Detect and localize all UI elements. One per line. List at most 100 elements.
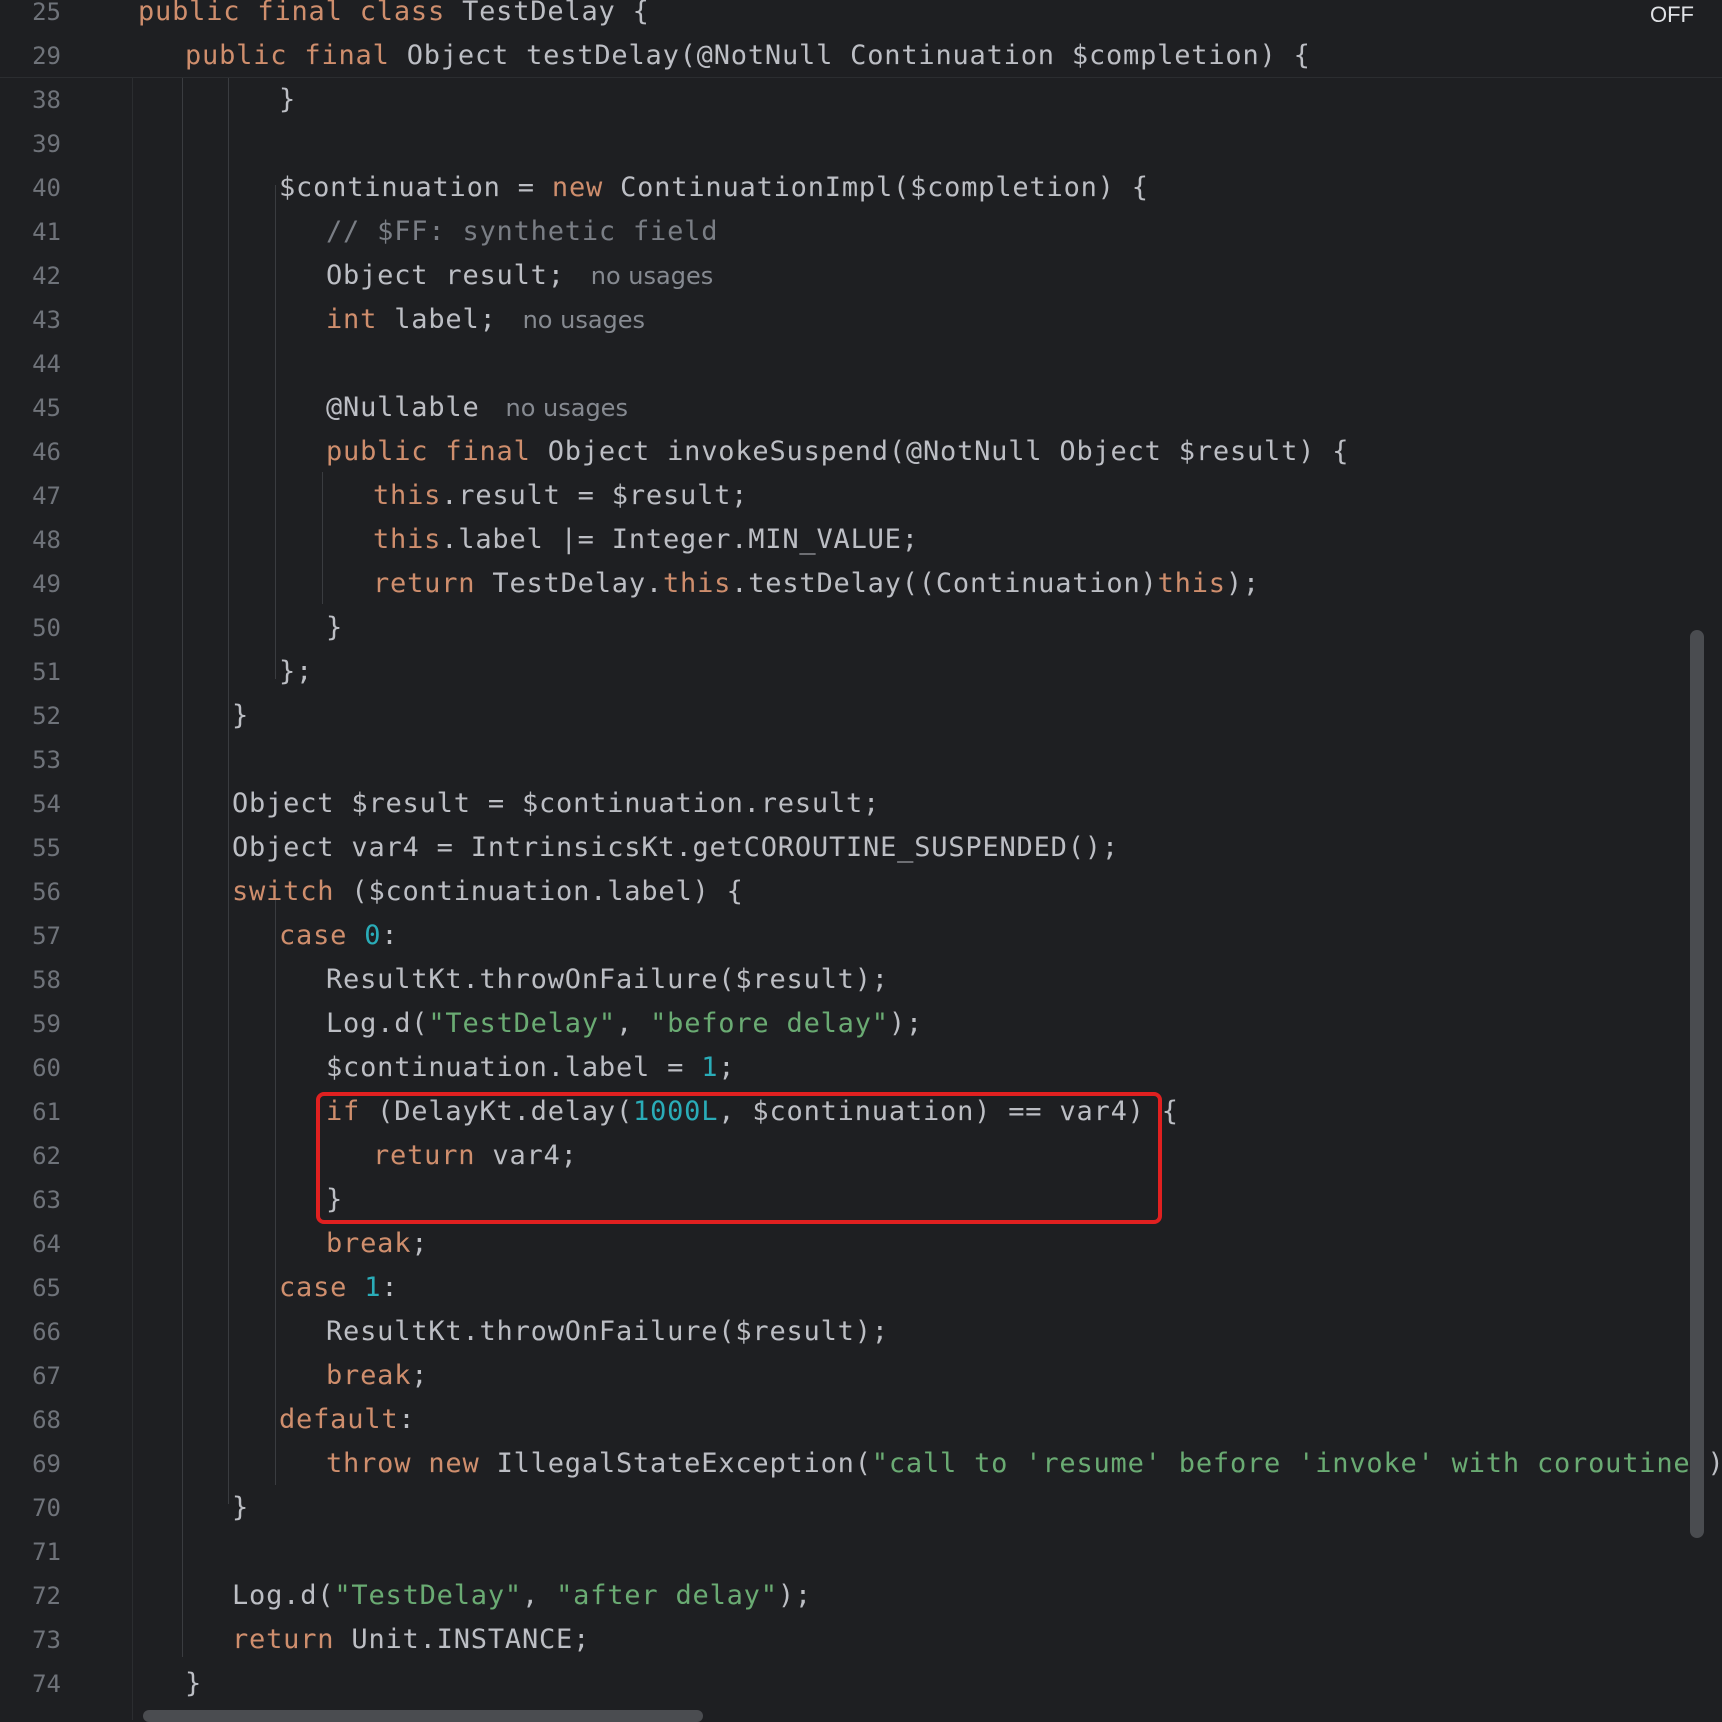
line-number[interactable]: 68: [0, 1398, 61, 1442]
code-text[interactable]: public final class TestDelay {: [138, 0, 650, 34]
line-number[interactable]: 39: [0, 122, 61, 166]
line-number[interactable]: 38: [0, 78, 61, 122]
line-number[interactable]: 49: [0, 562, 61, 606]
line-number[interactable]: 55: [0, 826, 61, 870]
line-number[interactable]: 40: [0, 166, 61, 210]
code-text[interactable]: @Nullableno usages: [326, 386, 628, 430]
code-text[interactable]: Object var4 = IntrinsicsKt.getCOROUTINE_…: [232, 826, 1119, 870]
line-number[interactable]: 42: [0, 254, 61, 298]
code-text[interactable]: case 0:: [279, 914, 398, 958]
code-line[interactable]: 42 Object result;no usages: [0, 254, 1722, 298]
code-line[interactable]: 44: [0, 342, 1722, 386]
line-number[interactable]: 29: [0, 34, 61, 78]
code-text[interactable]: }: [326, 606, 343, 650]
code-text[interactable]: switch ($continuation.label) {: [232, 870, 744, 914]
code-line[interactable]: 70}: [0, 1486, 1722, 1530]
code-line[interactable]: 52}: [0, 694, 1722, 738]
line-number[interactable]: 66: [0, 1310, 61, 1354]
code-text[interactable]: default:: [279, 1398, 415, 1442]
code-line[interactable]: 41// $FF: synthetic field: [0, 210, 1722, 254]
line-number[interactable]: 43: [0, 298, 61, 342]
horizontal-scrollbar[interactable]: [143, 1710, 703, 1722]
line-number[interactable]: 52: [0, 694, 61, 738]
code-line[interactable]: 40 $continuation = new ContinuationImpl($…: [0, 166, 1722, 210]
code-line[interactable]: 67 break;: [0, 1354, 1722, 1398]
code-line[interactable]: 69 throw new IllegalStateException("call …: [0, 1442, 1722, 1486]
code-text[interactable]: $continuation = new ContinuationImpl($co…: [279, 166, 1149, 210]
code-line[interactable]: 66 ResultKt.throwOnFailure($result);: [0, 1310, 1722, 1354]
line-number[interactable]: 44: [0, 342, 61, 386]
line-number[interactable]: 71: [0, 1530, 61, 1574]
code-line[interactable]: 57 case 0:: [0, 914, 1722, 958]
line-number[interactable]: 59: [0, 1002, 61, 1046]
code-line[interactable]: 74}: [0, 1662, 1722, 1706]
line-number[interactable]: 57: [0, 914, 61, 958]
line-number[interactable]: 62: [0, 1134, 61, 1178]
code-line[interactable]: 45 @Nullableno usages: [0, 386, 1722, 430]
code-text[interactable]: Object $result = $continuation.result;: [232, 782, 880, 826]
line-number[interactable]: 63: [0, 1178, 61, 1222]
line-number[interactable]: 50: [0, 606, 61, 650]
code-text[interactable]: case 1:: [279, 1266, 398, 1310]
inlay-hint-usages[interactable]: no usages: [523, 306, 645, 334]
code-editor[interactable]: 25 public final class TestDelay { 29 public…: [0, 0, 1722, 1720]
line-number[interactable]: 72: [0, 1574, 61, 1618]
code-line[interactable]: 71: [0, 1530, 1722, 1574]
line-number[interactable]: 74: [0, 1662, 61, 1706]
line-number[interactable]: 45: [0, 386, 61, 430]
line-number[interactable]: 61: [0, 1090, 61, 1134]
code-line[interactable]: 25 public final class TestDelay {: [0, 0, 1722, 34]
code-text[interactable]: ResultKt.throwOnFailure($result);: [326, 1310, 889, 1354]
code-line[interactable]: 72 Log.d("TestDelay", "after delay");: [0, 1574, 1722, 1618]
code-line[interactable]: 64 break;: [0, 1222, 1722, 1266]
line-number[interactable]: 47: [0, 474, 61, 518]
code-line[interactable]: 65case 1:: [0, 1266, 1722, 1310]
code-text[interactable]: break;: [326, 1222, 428, 1266]
code-line[interactable]: 48 this.label |= Integer.MIN_VALUE;: [0, 518, 1722, 562]
code-line[interactable]: 59 Log.d("TestDelay", "before delay");: [0, 1002, 1722, 1046]
code-text[interactable]: public final Object testDelay(@NotNull C…: [185, 34, 1311, 78]
code-text[interactable]: $continuation.label = 1;: [326, 1046, 735, 1090]
code-line[interactable]: 47 this.result = $result;: [0, 474, 1722, 518]
line-number[interactable]: 51: [0, 650, 61, 694]
code-line[interactable]: 68 default:: [0, 1398, 1722, 1442]
code-text[interactable]: this.result = $result;: [373, 474, 748, 518]
inlay-hint-usages[interactable]: no usages: [506, 394, 628, 422]
inlay-hint-usages[interactable]: no usages: [591, 262, 713, 290]
code-line[interactable]: 73return Unit.INSTANCE;: [0, 1618, 1722, 1662]
code-line[interactable]: 56 switch ($continuation.label) {: [0, 870, 1722, 914]
code-text[interactable]: this.label |= Integer.MIN_VALUE;: [373, 518, 919, 562]
code-text[interactable]: public final Object invokeSuspend(@NotNu…: [326, 430, 1349, 474]
line-number[interactable]: 60: [0, 1046, 61, 1090]
code-text[interactable]: // $FF: synthetic field: [326, 210, 718, 254]
code-text[interactable]: Log.d("TestDelay", "after delay");: [232, 1574, 812, 1618]
line-number[interactable]: 56: [0, 870, 61, 914]
code-line[interactable]: 51};: [0, 650, 1722, 694]
code-text[interactable]: ResultKt.throwOnFailure($result);: [326, 958, 889, 1002]
status-indicator[interactable]: OFF: [1650, 0, 1694, 30]
code-text[interactable]: }: [232, 694, 249, 738]
line-number[interactable]: 46: [0, 430, 61, 474]
line-number[interactable]: 73: [0, 1618, 61, 1662]
line-number[interactable]: 48: [0, 518, 61, 562]
line-number[interactable]: 64: [0, 1222, 61, 1266]
line-number[interactable]: 67: [0, 1354, 61, 1398]
code-text[interactable]: throw new IllegalStateException("call to…: [326, 1442, 1722, 1486]
vertical-scrollbar[interactable]: [1690, 630, 1704, 1538]
code-line[interactable]: 60 $continuation.label = 1;: [0, 1046, 1722, 1090]
code-line[interactable]: 54 Object $result = $continuation.result;: [0, 782, 1722, 826]
line-number[interactable]: 25: [0, 0, 61, 34]
code-line[interactable]: 58 ResultKt.throwOnFailure($result);: [0, 958, 1722, 1002]
code-line[interactable]: 43 int label;no usages: [0, 298, 1722, 342]
code-line[interactable]: 55 Object var4 = IntrinsicsKt.getCOROUTIN…: [0, 826, 1722, 870]
code-text[interactable]: break;: [326, 1354, 428, 1398]
line-number[interactable]: 58: [0, 958, 61, 1002]
line-number[interactable]: 69: [0, 1442, 61, 1486]
code-text[interactable]: Object result;no usages: [326, 254, 713, 298]
line-number[interactable]: 54: [0, 782, 61, 826]
code-text[interactable]: int label;no usages: [326, 298, 645, 342]
code-line[interactable]: 50}: [0, 606, 1722, 650]
line-number[interactable]: 53: [0, 738, 61, 782]
code-text[interactable]: Log.d("TestDelay", "before delay");: [326, 1002, 923, 1046]
code-text[interactable]: return TestDelay.this.testDelay((Continu…: [373, 562, 1260, 606]
